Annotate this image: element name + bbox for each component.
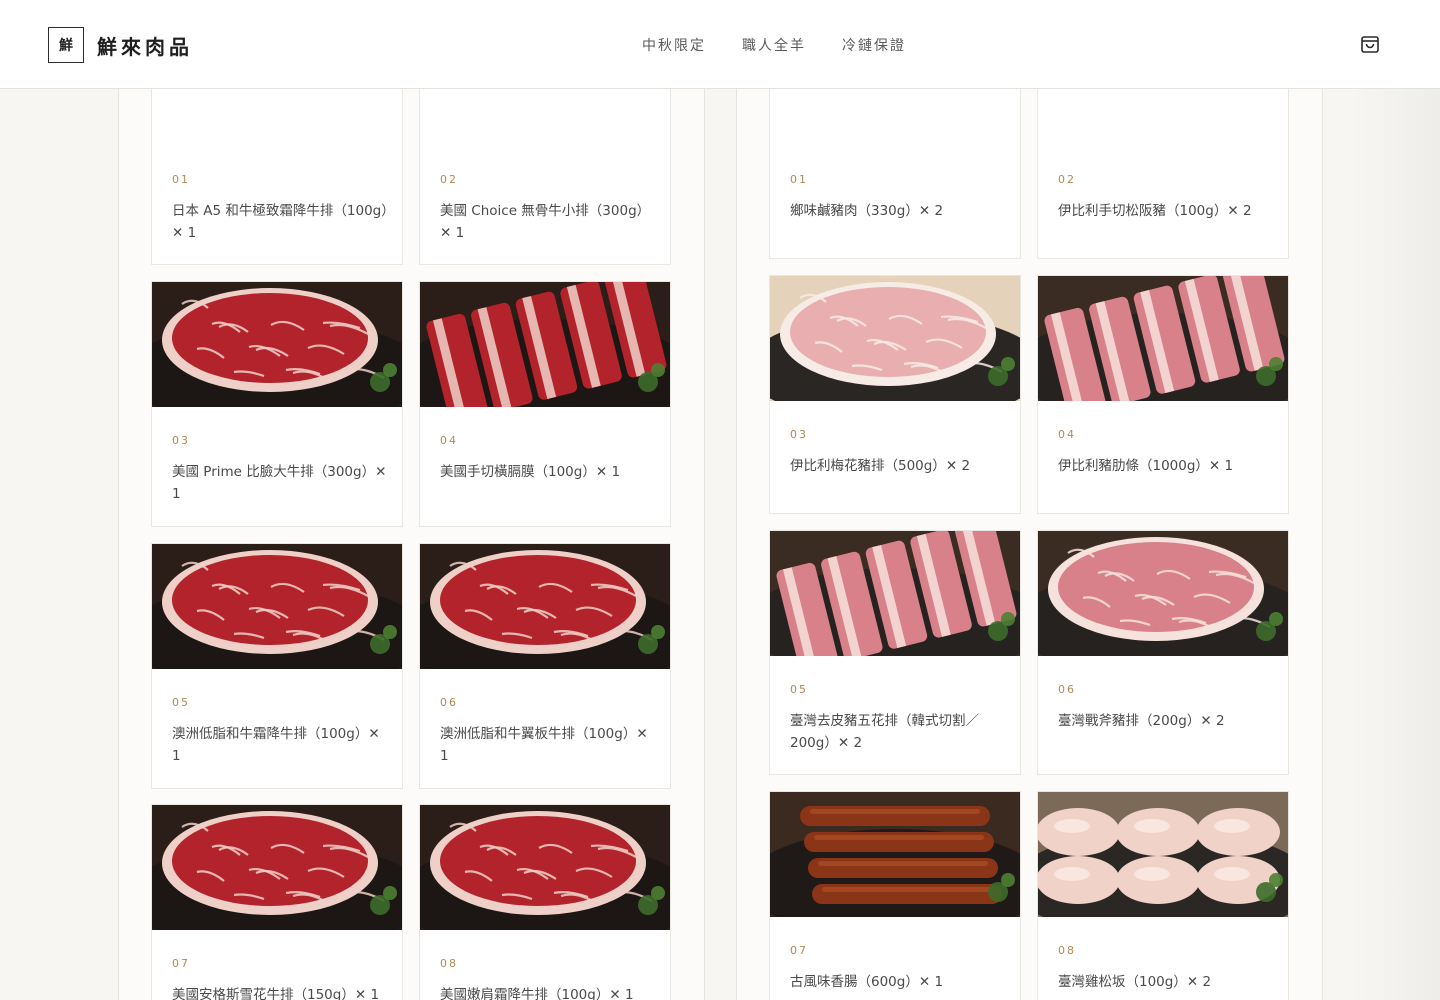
product-number: 06 xyxy=(440,696,458,709)
main-nav: 中秋限定 職人全羊 冷鏈保證 xyxy=(642,35,942,55)
logo-mark: 鮮 xyxy=(48,27,84,63)
product-title: 澳洲低脂和牛霜降牛排（100g）✕ 1 xyxy=(172,726,380,764)
product-title: 伊比利梅花豬排（500g）✕ 2 xyxy=(790,458,971,474)
product-image-pork-shoulder xyxy=(770,276,1020,401)
product-image-steak xyxy=(152,805,402,930)
product-card[interactable]: 04 伊比利豬肋條（1000g）✕ 1 xyxy=(1037,275,1289,514)
shopping-bag-icon xyxy=(1361,36,1379,53)
product-image-steak xyxy=(152,544,402,669)
product-number: 03 xyxy=(172,434,190,447)
product-card[interactable]: 08 美國嫩肩霜降牛排（100g）✕ 1 xyxy=(419,804,671,1000)
product-title: 伊比利手切松阪豬（100g）✕ 2 xyxy=(1058,203,1252,219)
product-title: 伊比利豬肋條（1000g）✕ 1 xyxy=(1058,458,1234,474)
product-title: 美國手切橫膈膜（100g）✕ 1 xyxy=(440,464,621,480)
product-image-pork-rib xyxy=(1038,276,1288,401)
product-image-sausage xyxy=(770,792,1020,917)
product-number: 05 xyxy=(172,696,190,709)
product-title: 臺灣雞松坂（100g）✕ 2 xyxy=(1058,974,1212,990)
product-number: 08 xyxy=(440,957,458,970)
product-title: 美國 Choice 無骨牛小排（300g）✕ 1 xyxy=(440,203,651,241)
product-title: 鄉味鹹豬肉（330g）✕ 2 xyxy=(790,203,944,219)
product-number: 07 xyxy=(790,944,808,957)
cart-button[interactable] xyxy=(1358,32,1382,56)
product-card[interactable]: 04 美國手切橫膈膜（100g）✕ 1 xyxy=(419,281,671,527)
nav-link-cold-chain[interactable]: 冷鏈保證 xyxy=(842,35,906,55)
beef-set-column: 01 日本 A5 和牛極致霜降牛排（100g）✕ 1 02 美國 Choice … xyxy=(118,0,705,1000)
product-number: 07 xyxy=(172,957,190,970)
product-number: 06 xyxy=(1058,683,1076,696)
product-image-tomahawk-pork xyxy=(1038,531,1288,656)
product-image-steak xyxy=(420,805,670,930)
product-number: 02 xyxy=(1058,173,1076,186)
product-number: 05 xyxy=(790,683,808,696)
product-title: 古風味香腸（600g）✕ 1 xyxy=(790,974,944,990)
product-card[interactable]: 07 美國安格斯雪花牛排（150g）✕ 1 xyxy=(151,804,403,1000)
product-number: 02 xyxy=(440,173,458,186)
brand-logo-link[interactable]: 鮮 鮮來肉品 xyxy=(48,27,193,63)
product-card[interactable]: 05 臺灣去皮豬五花排（韓式切割／200g）✕ 2 xyxy=(769,530,1021,775)
product-title: 日本 A5 和牛極致霜降牛排（100g）✕ 1 xyxy=(172,203,388,241)
product-card[interactable]: 05 澳洲低脂和牛霜降牛排（100g）✕ 1 xyxy=(151,543,403,789)
product-number: 04 xyxy=(1058,428,1076,441)
product-title: 美國嫩肩霜降牛排（100g）✕ 1 xyxy=(440,987,634,1000)
nav-link-mid-autumn[interactable]: 中秋限定 xyxy=(642,35,706,55)
product-title: 美國安格斯雪花牛排（150g）✕ 1 xyxy=(172,987,380,1000)
product-image-skirt-steak xyxy=(420,282,670,407)
product-number: 08 xyxy=(1058,944,1076,957)
brand-name: 鮮來肉品 xyxy=(97,34,193,59)
product-number: 01 xyxy=(172,173,190,186)
product-card[interactable]: 03 伊比利梅花豬排（500g）✕ 2 xyxy=(769,275,1021,514)
product-card[interactable]: 07 古風味香腸（600g）✕ 1 xyxy=(769,791,1021,1000)
product-image-steak xyxy=(152,282,402,407)
product-card[interactable]: 06 澳洲低脂和牛翼板牛排（100g）✕ 1 xyxy=(419,543,671,789)
product-title: 臺灣去皮豬五花排（韓式切割／200g）✕ 2 xyxy=(790,713,979,751)
page: 01 日本 A5 和牛極致霜降牛排（100g）✕ 1 02 美國 Choice … xyxy=(0,0,1440,1000)
product-image-steak xyxy=(420,544,670,669)
nav-link-whole-lamb[interactable]: 職人全羊 xyxy=(742,35,806,55)
pork-set-column: 01 鄉味鹹豬肉（330g）✕ 2 02 伊比利手切松阪豬（100g）✕ 2 0… xyxy=(736,0,1323,1000)
product-number: 01 xyxy=(790,173,808,186)
product-card[interactable]: 03 美國 Prime 比臉大牛排（300g）✕ 1 xyxy=(151,281,403,527)
product-title: 美國 Prime 比臉大牛排（300g）✕ 1 xyxy=(172,464,387,502)
product-number: 03 xyxy=(790,428,808,441)
product-image-chicken xyxy=(1038,792,1288,917)
product-title: 臺灣戰斧豬排（200g）✕ 2 xyxy=(1058,713,1225,729)
product-card[interactable]: 06 臺灣戰斧豬排（200g）✕ 2 xyxy=(1037,530,1289,775)
product-title: 澳洲低脂和牛翼板牛排（100g）✕ 1 xyxy=(440,726,648,764)
site-header: 鮮 鮮來肉品 中秋限定 職人全羊 冷鏈保證 xyxy=(0,0,1440,89)
product-image-pork-belly xyxy=(770,531,1020,656)
product-card[interactable]: 08 臺灣雞松坂（100g）✕ 2 xyxy=(1037,791,1289,1000)
product-number: 04 xyxy=(440,434,458,447)
